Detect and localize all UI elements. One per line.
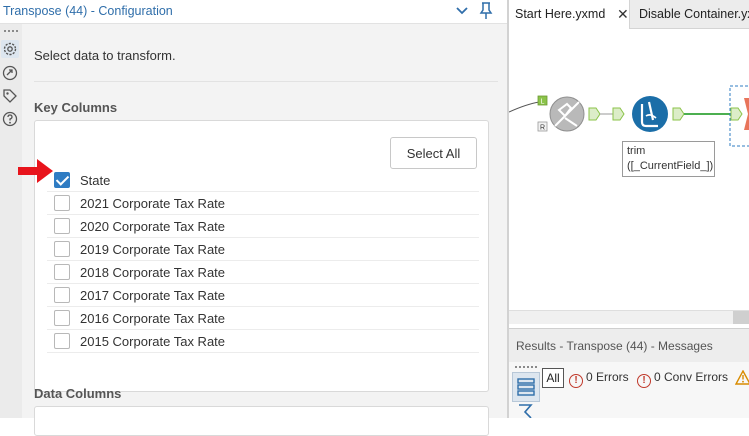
results-title: Results - Transpose (44) - Messages — [516, 339, 713, 353]
data-columns-label: Data Columns — [34, 386, 122, 401]
column-checkbox-2018[interactable] — [54, 264, 70, 280]
configuration-titlebar: Transpose (44) - Configuration — [0, 0, 507, 24]
column-label: 2017 Corporate Tax Rate — [80, 288, 226, 303]
formula-annotation[interactable]: trim ([_CurrentField_]) — [622, 141, 715, 177]
incoming-connection — [509, 101, 540, 113]
column-label: 2016 Corporate Tax Rate — [80, 311, 226, 326]
join-right-letter: R — [540, 125, 545, 132]
conv-error-icon: ! — [637, 374, 651, 388]
column-label: 2021 Corporate Tax Rate — [80, 196, 226, 211]
results-header: Results - Transpose (44) - Messages — [509, 328, 749, 362]
help-icon[interactable] — [1, 110, 19, 128]
conv-errors-filter[interactable]: ! 0 Conv Errors — [637, 370, 728, 388]
transpose-input-anchor[interactable] — [730, 107, 743, 121]
annotation-line1: trim — [627, 145, 646, 157]
formula-input-anchor[interactable] — [612, 107, 625, 121]
column-row-2020[interactable]: 2020 Corporate Tax Rate — [47, 215, 479, 238]
tab-start-here[interactable]: Start Here.yxmd ✕ — [509, 0, 630, 29]
column-row-2015[interactable]: 2015 Corporate Tax Rate — [47, 330, 479, 353]
data-columns-box — [34, 406, 489, 436]
column-checkbox-2021[interactable] — [54, 195, 70, 211]
red-arrow-annotation — [18, 159, 53, 183]
select-all-button[interactable]: Select All — [390, 137, 477, 169]
configuration-title: Transpose (44) - Configuration — [3, 4, 173, 18]
chevron-down-icon[interactable] — [454, 3, 470, 19]
conv-errors-count: 0 Conv Errors — [654, 370, 729, 384]
formula-tool[interactable] — [632, 96, 668, 132]
column-row-2021[interactable]: 2021 Corporate Tax Rate — [47, 192, 479, 215]
column-label: 2018 Corporate Tax Rate — [80, 265, 226, 280]
tag-icon[interactable] — [1, 87, 19, 105]
tab-label: Disable Container.yxwz — [639, 7, 749, 21]
grip-handle[interactable] — [515, 366, 537, 368]
gear-icon[interactable] — [1, 40, 19, 58]
column-checkbox-2017[interactable] — [54, 287, 70, 303]
results-body: All ! 0 Errors ! 0 Conv Errors — [509, 362, 749, 418]
horizontal-scrollbar[interactable] — [509, 310, 749, 324]
column-row-2018[interactable]: 2018 Corporate Tax Rate — [47, 261, 479, 284]
join-tool[interactable] — [549, 96, 585, 132]
join-left-letter: L — [541, 99, 545, 106]
error-icon: ! — [569, 374, 583, 388]
config-side-toolbar — [0, 24, 22, 418]
messages-view-button[interactable] — [512, 372, 540, 402]
column-label: State — [80, 173, 111, 188]
formula-output-anchor[interactable] — [672, 107, 685, 121]
column-checkbox-state[interactable] — [54, 172, 70, 188]
annotation-line2: ([_CurrentField_]) — [627, 160, 714, 172]
warning-icon[interactable] — [735, 370, 749, 385]
divider — [34, 81, 498, 82]
column-label: 2019 Corporate Tax Rate — [80, 242, 226, 257]
configuration-content: Select data to transform. Key Columns Se… — [22, 24, 507, 436]
column-row-2017[interactable]: 2017 Corporate Tax Rate — [47, 284, 479, 307]
list-icon — [517, 378, 535, 396]
join-output-anchor[interactable] — [588, 107, 601, 121]
close-icon[interactable]: ✕ — [617, 6, 629, 23]
workflow-pane: Start Here.yxmd ✕ Disable Container.yxwz — [509, 0, 749, 418]
column-checkbox-2020[interactable] — [54, 218, 70, 234]
column-checkbox-2019[interactable] — [54, 241, 70, 257]
column-label: 2020 Corporate Tax Rate — [80, 219, 226, 234]
connection-icon[interactable] — [1, 64, 19, 82]
tab-label: Start Here.yxmd — [515, 7, 606, 21]
errors-filter[interactable]: ! 0 Errors — [569, 370, 629, 388]
filter-all-button[interactable]: All — [542, 368, 564, 388]
column-row-state[interactable]: State — [47, 169, 479, 192]
instruction-text: Select data to transform. — [34, 48, 176, 63]
pin-icon[interactable] — [478, 2, 494, 20]
key-columns-label: Key Columns — [34, 100, 118, 115]
column-checkbox-2016[interactable] — [54, 310, 70, 326]
grip-handle[interactable] — [4, 30, 18, 32]
configuration-pane: Transpose (44) - Configuration Select da — [0, 0, 507, 436]
column-row-2016[interactable]: 2016 Corporate Tax Rate — [47, 307, 479, 330]
workflow-tabs: Start Here.yxmd ✕ Disable Container.yxwz — [509, 0, 749, 29]
key-columns-list: State 2021 Corporate Tax Rate 2020 Corpo… — [47, 169, 479, 353]
transpose-tool[interactable] — [744, 98, 749, 130]
scrollbar-thumb[interactable] — [733, 311, 749, 324]
key-columns-box: Select All State 2021 Corporate Tax Rate… — [34, 120, 489, 392]
column-row-2019[interactable]: 2019 Corporate Tax Rate — [47, 238, 479, 261]
column-checkbox-2015[interactable] — [54, 333, 70, 349]
column-label: 2015 Corporate Tax Rate — [80, 334, 226, 349]
tab-disable-container[interactable]: Disable Container.yxwz — [633, 0, 749, 29]
errors-count: 0 Errors — [586, 370, 629, 384]
sigma-icon[interactable] — [515, 404, 535, 418]
